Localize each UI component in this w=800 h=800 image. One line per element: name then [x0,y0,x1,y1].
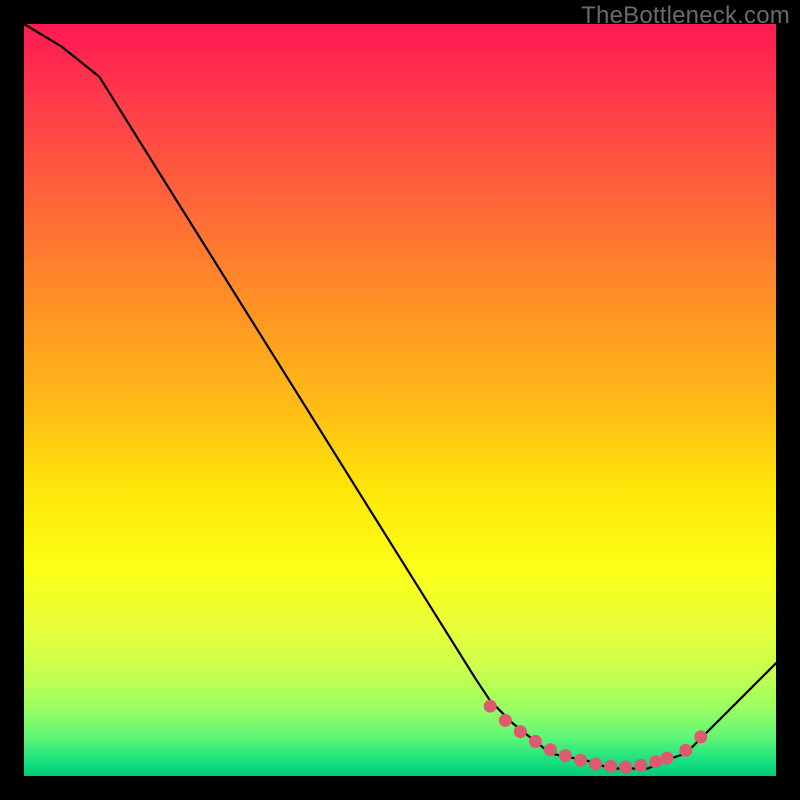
marker-dot [514,725,527,738]
marker-dot [559,749,572,762]
curve-line [24,24,776,769]
marker-dot [634,759,647,772]
marker-dot [679,744,692,757]
chart-overlay [24,24,776,776]
marker-dot [694,730,707,743]
marker-dot [574,754,587,767]
marker-dot [544,743,557,756]
marker-dot [604,760,617,773]
plot-area [24,24,776,776]
marker-dot [649,755,662,768]
marker-dot [499,714,512,727]
highlight-markers [484,700,708,774]
chart-stage: TheBottleneck.com [0,0,800,800]
marker-dot [619,761,632,774]
marker-dot [484,700,497,713]
marker-dot [661,752,674,765]
marker-dot [529,735,542,748]
marker-dot [589,758,602,771]
